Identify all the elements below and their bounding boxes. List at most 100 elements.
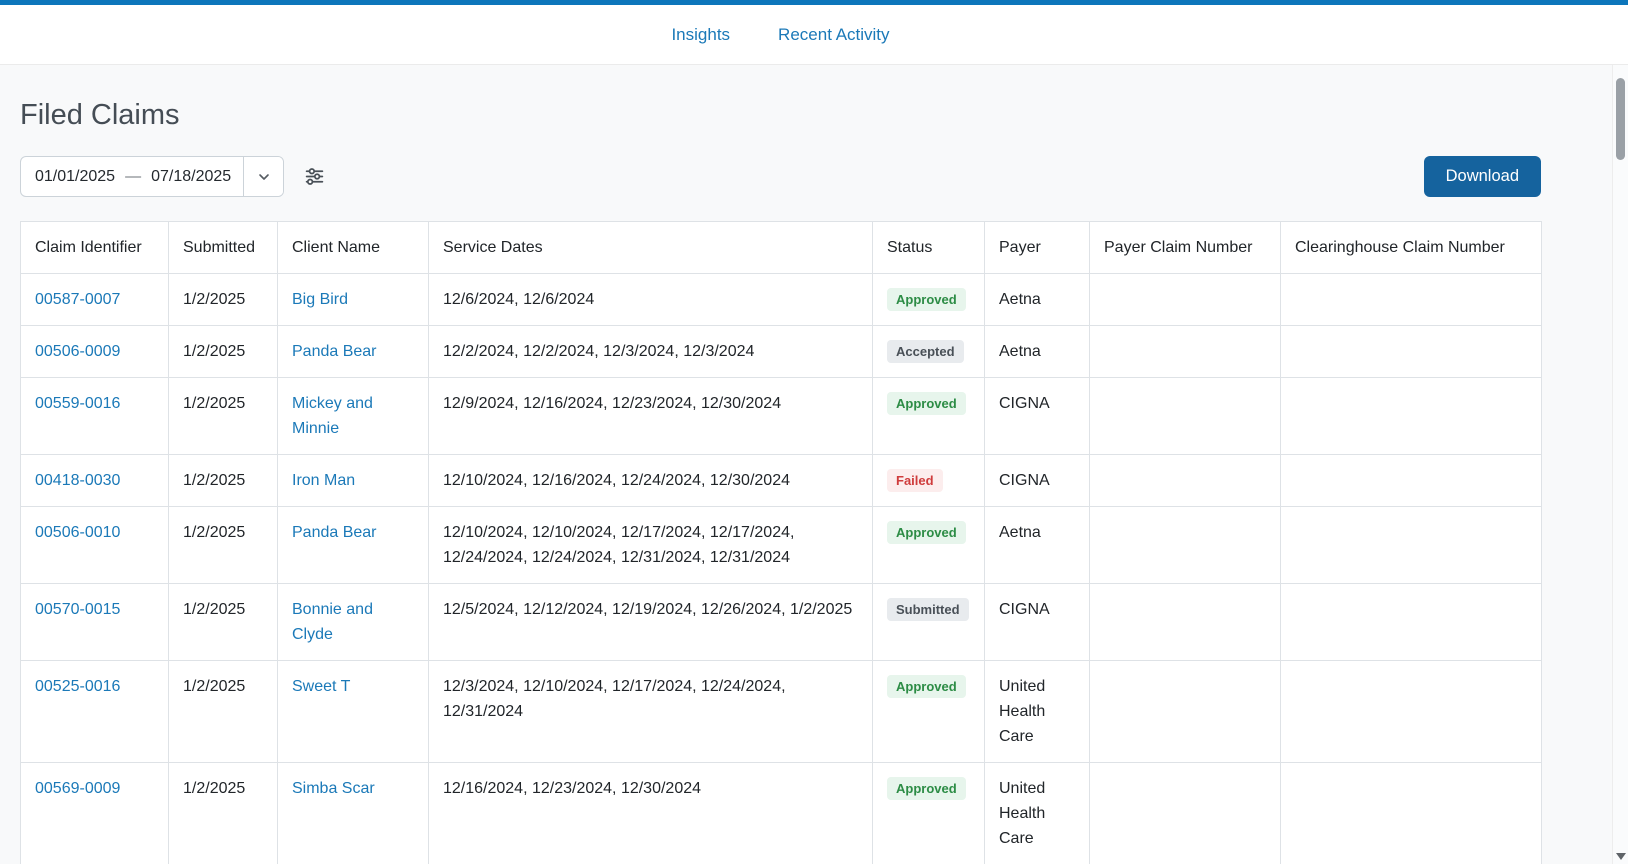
payer-claim-number-cell	[1089, 325, 1281, 378]
submitted-cell: 1/2/2025	[168, 660, 278, 763]
page-title: Filed Claims	[20, 99, 180, 131]
status-cell: Approved	[872, 273, 985, 326]
date-range-dropdown-button[interactable]	[243, 157, 284, 196]
service-dates-text: 12/6/2024, 12/6/2024	[443, 291, 595, 308]
payer-cell: Aetna	[984, 325, 1090, 378]
table-row: 00506-0010 1/2/2025 Panda Bear 12/10/202…	[20, 506, 1542, 584]
submitted-text: 1/2/2025	[183, 601, 246, 618]
claims-table-body: 00587-0007 1/2/2025 Big Bird 12/6/2024, …	[20, 273, 1542, 864]
claim-id-link[interactable]: 00506-0010	[35, 524, 120, 541]
status-cell: Accepted	[872, 325, 985, 378]
clearinghouse-claim-number-cell	[1280, 454, 1542, 507]
client-name-cell: Mickey and Minnie	[277, 377, 429, 455]
status-cell: Submitted	[872, 583, 985, 661]
filter-button[interactable]	[300, 162, 329, 191]
clearinghouse-claim-number-cell	[1280, 506, 1542, 584]
service-dates-text: 12/3/2024, 12/10/2024, 12/17/2024, 12/24…	[443, 678, 786, 720]
nav-link-insights[interactable]: Insights	[671, 25, 730, 45]
table-row: 00587-0007 1/2/2025 Big Bird 12/6/2024, …	[20, 273, 1542, 326]
payer-text: CIGNA	[999, 601, 1050, 618]
column-header: Claim Identifier	[20, 221, 169, 274]
payer-text: Aetna	[999, 343, 1041, 360]
main-content: Filed Claims 01/01/2025 — 07/18/2025 Dow…	[0, 98, 1561, 864]
submitted-cell: 1/2/2025	[168, 325, 278, 378]
date-range-start[interactable]: 01/01/2025	[21, 157, 121, 196]
status-cell: Approved	[872, 762, 985, 864]
client-name-link[interactable]: Panda Bear	[292, 524, 377, 541]
payer-text: CIGNA	[999, 472, 1050, 489]
service-dates-text: 12/10/2024, 12/10/2024, 12/17/2024, 12/1…	[443, 524, 795, 566]
toolbar: 01/01/2025 — 07/18/2025 Download	[20, 156, 1541, 197]
claim-id-link[interactable]: 00418-0030	[35, 472, 120, 489]
client-name-cell: Sweet T	[277, 660, 429, 763]
client-name-cell: Simba Scar	[277, 762, 429, 864]
payer-text: United Health Care	[999, 678, 1046, 745]
clearinghouse-claim-number-cell	[1280, 325, 1542, 378]
claim-id-cell: 00525-0016	[20, 660, 169, 763]
claim-id-cell: 00587-0007	[20, 273, 169, 326]
status-badge: Failed	[887, 469, 943, 492]
status-badge: Approved	[887, 777, 966, 800]
status-badge: Submitted	[887, 598, 969, 621]
table-row: 00506-0009 1/2/2025 Panda Bear 12/2/2024…	[20, 325, 1542, 378]
client-name-link[interactable]: Sweet T	[292, 678, 350, 695]
scrollbar-down-arrow-icon[interactable]	[1616, 853, 1626, 860]
status-cell: Approved	[872, 506, 985, 584]
vertical-scrollbar[interactable]	[1612, 65, 1628, 864]
clearinghouse-claim-number-cell	[1280, 377, 1542, 455]
column-header: Status	[872, 221, 985, 274]
service-dates-text: 12/9/2024, 12/16/2024, 12/23/2024, 12/30…	[443, 395, 782, 412]
client-name-link[interactable]: Bonnie and Clyde	[292, 601, 373, 643]
payer-cell: United Health Care	[984, 762, 1090, 864]
clearinghouse-claim-number-cell	[1280, 583, 1542, 661]
column-header: Service Dates	[428, 221, 873, 274]
table-header-row: Claim Identifier Submitted Client Name Serv…	[20, 221, 1542, 274]
submitted-cell: 1/2/2025	[168, 583, 278, 661]
submitted-text: 1/2/2025	[183, 291, 246, 308]
claim-id-cell: 00506-0010	[20, 506, 169, 584]
client-name-cell: Bonnie and Clyde	[277, 583, 429, 661]
client-name-link[interactable]: Big Bird	[292, 291, 348, 308]
status-cell: Approved	[872, 377, 985, 455]
submitted-cell: 1/2/2025	[168, 762, 278, 864]
payer-text: CIGNA	[999, 395, 1050, 412]
status-badge: Approved	[887, 288, 966, 311]
client-name-link[interactable]: Mickey and Minnie	[292, 395, 373, 437]
table-row: 00418-0030 1/2/2025 Iron Man 12/10/2024,…	[20, 454, 1542, 507]
service-dates-text: 12/2/2024, 12/2/2024, 12/3/2024, 12/3/20…	[443, 343, 755, 360]
claim-id-link[interactable]: 00506-0009	[35, 343, 120, 360]
column-header: Payer	[984, 221, 1090, 274]
payer-cell: United Health Care	[984, 660, 1090, 763]
payer-claim-number-cell	[1089, 506, 1281, 584]
payer-claim-number-cell	[1089, 583, 1281, 661]
client-name-link[interactable]: Panda Bear	[292, 343, 377, 360]
date-range-end[interactable]: 07/18/2025	[145, 157, 243, 196]
claim-id-link[interactable]: 00570-0015	[35, 601, 120, 618]
service-dates-cell: 12/2/2024, 12/2/2024, 12/3/2024, 12/3/20…	[428, 325, 873, 378]
scrollbar-thumb[interactable]	[1616, 78, 1625, 160]
client-name-link[interactable]: Iron Man	[292, 472, 355, 489]
client-name-link[interactable]: Simba Scar	[292, 780, 375, 797]
payer-cell: CIGNA	[984, 583, 1090, 661]
submitted-cell: 1/2/2025	[168, 506, 278, 584]
nav-link-recent-activity[interactable]: Recent Activity	[778, 25, 890, 45]
clearinghouse-claim-number-cell	[1280, 273, 1542, 326]
submitted-cell: 1/2/2025	[168, 273, 278, 326]
date-range-picker[interactable]: 01/01/2025 — 07/18/2025	[20, 156, 285, 197]
table-row: 00559-0016 1/2/2025 Mickey and Minnie 12…	[20, 377, 1542, 455]
top-navbar: Insights Recent Activity	[0, 5, 1628, 65]
payer-cell: CIGNA	[984, 377, 1090, 455]
submitted-text: 1/2/2025	[183, 472, 246, 489]
claim-id-link[interactable]: 00525-0016	[35, 678, 120, 695]
claim-id-link[interactable]: 00569-0009	[35, 780, 120, 797]
claim-id-link[interactable]: 00559-0016	[35, 395, 120, 412]
payer-claim-number-cell	[1089, 660, 1281, 763]
service-dates-text: 12/16/2024, 12/23/2024, 12/30/2024	[443, 780, 702, 797]
client-name-cell: Panda Bear	[277, 506, 429, 584]
download-button[interactable]: Download	[1423, 156, 1541, 197]
claim-id-link[interactable]: 00587-0007	[35, 291, 120, 308]
date-range-separator: —	[125, 167, 142, 185]
client-name-cell: Panda Bear	[277, 325, 429, 378]
claim-id-cell: 00506-0009	[20, 325, 169, 378]
filter-sliders-icon	[304, 166, 325, 187]
